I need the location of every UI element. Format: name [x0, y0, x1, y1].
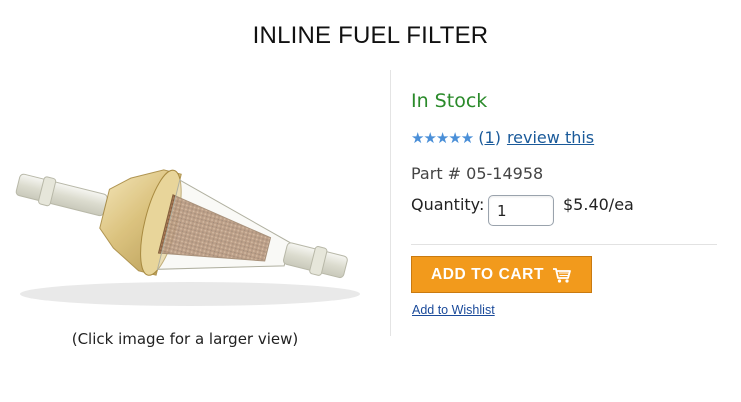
add-to-wishlist-link[interactable]: Add to Wishlist: [412, 303, 495, 317]
column-divider: [390, 70, 391, 336]
rating-row: ★★★★★ ( 1 ) review this: [411, 128, 594, 147]
review-this-link[interactable]: review this: [507, 128, 594, 147]
rating-stars-icon: ★★★★★: [411, 128, 474, 147]
quantity-label: Quantity:: [411, 195, 485, 214]
add-to-cart-label: ADD TO CART: [430, 265, 545, 283]
shopping-cart-icon: [553, 267, 571, 283]
product-image[interactable]: [0, 134, 370, 326]
section-divider: [411, 244, 717, 245]
part-number: Part # 05-14958: [411, 164, 544, 183]
add-to-cart-button[interactable]: ADD TO CART: [411, 256, 592, 293]
quantity-input[interactable]: [488, 195, 554, 226]
stock-status: In Stock: [411, 90, 488, 112]
product-title: INLINE FUEL FILTER: [252, 22, 489, 49]
rating-close-paren: ): [494, 128, 501, 147]
image-caption: (Click image for a larger view): [71, 330, 299, 348]
fuel-filter-illustration: [15, 169, 360, 306]
review-count-link[interactable]: 1: [485, 128, 495, 147]
unit-price: $5.40/ea: [563, 195, 634, 214]
